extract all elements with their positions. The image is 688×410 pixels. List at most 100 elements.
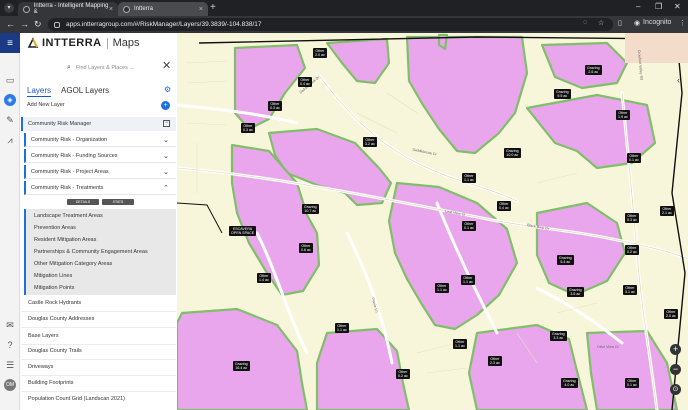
monitor-icon[interactable]: ▭ <box>4 74 16 86</box>
layer-item[interactable]: Other Mitigation Category Areas <box>34 261 112 267</box>
map-acreage-label[interactable]: ESCAVERA OPEN SPACE <box>229 226 257 236</box>
map-acreage-label[interactable]: Grazing 10.7 ac <box>302 204 319 214</box>
risk-group-treatments[interactable]: Community Risk - Treatments ⌃ <box>24 181 176 195</box>
community-risk-manager-group[interactable]: Community Risk Manager − <box>21 117 176 131</box>
reload-icon[interactable]: ↻ <box>34 19 42 30</box>
chevron-down-icon[interactable]: ⌄ <box>163 136 169 144</box>
map-acreage-label[interactable]: Other 3.2 ac <box>363 137 377 147</box>
layer-group-item[interactable]: Base Layers <box>28 333 59 339</box>
map-acreage-label[interactable]: Other 0.3 ac <box>625 213 639 223</box>
map-acreage-label[interactable]: Other 2.0 ac <box>664 309 678 319</box>
close-window-icon[interactable]: ✕ <box>674 2 681 11</box>
stats-button[interactable]: STATS <box>102 199 134 205</box>
risk-group-funding[interactable]: Community Risk - Funding Sources ⌄ <box>24 149 176 163</box>
layer-group-item[interactable]: Castle Rock Hydrants <box>28 300 81 306</box>
search-input[interactable]: Find Layers & Places ... <box>76 65 134 71</box>
map-acreage-label[interactable]: Grazing 3.3 ac <box>550 331 567 341</box>
chevron-down-icon[interactable]: ⌄ <box>163 152 169 160</box>
search-field[interactable]: ⌕ Find Layers & Places ... <box>67 62 157 74</box>
map-acreage-label[interactable]: Other 0.1 ac <box>462 221 476 231</box>
map-acreage-label[interactable]: Grazing 3.5 ac <box>567 287 584 297</box>
close-panel-icon[interactable]: ✕ <box>162 59 171 72</box>
layer-item[interactable]: Landscape Treatment Areas <box>34 213 103 219</box>
map-acreage-label[interactable]: Other 2.1 ac <box>660 206 674 216</box>
layer-item[interactable]: Mitigation Points <box>34 285 74 291</box>
map-acreage-label[interactable]: Other 0.4 ac <box>298 77 312 87</box>
bookmark-star-icon[interactable]: ☆ <box>598 19 604 27</box>
maximize-icon[interactable]: ❐ <box>655 2 662 11</box>
map-acreage-label[interactable]: Other 0.1 ac <box>627 153 641 163</box>
layer-item[interactable]: Mitigation Lines <box>34 273 72 279</box>
chevron-down-icon[interactable]: ⌄ <box>163 168 169 176</box>
avatar[interactable]: OM <box>4 379 16 391</box>
new-tab-icon[interactable]: + <box>210 2 216 13</box>
add-layer-icon[interactable]: + <box>161 101 170 110</box>
address-bar[interactable]: apps.intterragroup.com/#/RiskManager/Lay… <box>48 18 613 31</box>
layers-icon[interactable]: ◈ <box>4 94 16 106</box>
add-new-layer-label[interactable]: Add New Layer <box>27 102 65 108</box>
map-acreage-label[interactable]: Other 0.2 ac <box>625 245 639 255</box>
map-acreage-label[interactable]: Other 3.1 ac <box>623 285 637 295</box>
layer-group-item[interactable]: Douglas County Trails <box>28 348 82 354</box>
risk-group-organization[interactable]: Community Risk - Organization ⌄ <box>24 133 176 147</box>
forward-icon[interactable]: → <box>20 19 29 29</box>
pencil-icon[interactable]: ✎ <box>4 114 16 126</box>
map-canvas[interactable]: Saddlebrook Dr Saddlebrook Dr Leaf View … <box>177 33 688 410</box>
minimize-icon[interactable]: – <box>636 2 640 11</box>
eye-off-icon[interactable]: ◌ <box>583 19 587 26</box>
map-acreage-label[interactable]: Other 1.9 ac <box>616 110 630 120</box>
map-acreage-label[interactable]: Other 2.0 ac <box>313 48 327 58</box>
layer-settings-icon[interactable]: ⚙ <box>164 85 171 94</box>
help-icon[interactable]: ? <box>4 339 16 351</box>
layer-group-item[interactable]: Population Count Grid (Landscan 2021) <box>28 396 125 402</box>
details-button[interactable]: DETAILS <box>67 199 99 205</box>
layer-group-item[interactable]: Douglas County Addresses <box>28 316 94 322</box>
layer-group-item[interactable]: Driveways <box>28 364 53 370</box>
map-acreage-label[interactable]: Other 0.1 ac <box>625 378 639 388</box>
map-acreage-label[interactable]: Other 1.1 ac <box>453 339 467 349</box>
hamburger-menu-icon[interactable]: ≡ <box>0 33 20 53</box>
map-acreage-label[interactable]: Other 0.6 ac <box>299 243 313 253</box>
tab-search-icon[interactable]: ▾ <box>4 3 14 13</box>
side-panel-icon[interactable]: ▯ <box>618 19 622 27</box>
map-acreage-label[interactable]: Other 0.3 ac <box>268 101 282 111</box>
layer-item[interactable]: Resident Mitigation Areas <box>34 237 96 243</box>
map-acreage-label[interactable]: Other 1.4 ac <box>257 273 271 283</box>
browser-menu-icon[interactable]: ⋮ <box>679 19 686 27</box>
risk-group-project-areas[interactable]: Community Risk - Project Areas ⌄ <box>24 165 176 179</box>
map-acreage-label[interactable]: Grazing 5.4 ac <box>557 255 574 265</box>
tab-layers[interactable]: Layers <box>27 86 52 97</box>
browser-tab-intterra-mapping[interactable]: Intterra - Intelligent Mapping & × <box>18 2 118 16</box>
map-acreage-label[interactable]: Other 1.1 ac <box>461 275 475 285</box>
map-acreage-label[interactable]: Grazing 9.5 ac <box>554 89 571 99</box>
map-acreage-label[interactable]: Grazing 16.4 ac <box>233 361 250 371</box>
site-info-icon[interactable] <box>54 21 60 28</box>
chevron-left-icon[interactable]: ‹ <box>677 75 680 85</box>
layer-group-item[interactable]: Building Footprints <box>28 380 74 386</box>
zoom-in-icon[interactable]: + <box>670 344 681 355</box>
map-acreage-label[interactable]: Other 1.1 ac <box>435 283 449 293</box>
close-tab-icon[interactable]: × <box>109 6 113 13</box>
map-acreage-label[interactable]: Other 0.2 ac <box>396 369 410 379</box>
collapse-minus-icon[interactable]: − <box>163 120 170 127</box>
close-tab-icon[interactable]: × <box>199 6 203 13</box>
tab-agol-layers[interactable]: AGOL Layers <box>61 86 109 97</box>
zoom-out-icon[interactable]: − <box>670 364 681 375</box>
chart-icon[interactable]: ⩘ <box>4 134 16 146</box>
layer-item[interactable]: Prevention Areas <box>34 225 76 231</box>
list-icon[interactable]: ☰ <box>4 359 16 371</box>
compass-icon[interactable]: ⊙ <box>670 384 681 395</box>
map-acreage-label[interactable]: Grazing 2.6 ac <box>585 65 602 75</box>
layer-item[interactable]: Partnerships & Community Engagement Area… <box>34 249 148 255</box>
map-acreage-label[interactable]: Other 0.3 ac <box>241 123 255 133</box>
browser-tab-intterra[interactable]: Intterra × <box>118 2 208 16</box>
map-acreage-label[interactable]: Other 1.1 ac <box>335 323 349 333</box>
chevron-up-icon[interactable]: ⌃ <box>163 184 169 192</box>
map-acreage-label[interactable]: Grazing 10.0 ac <box>504 148 521 158</box>
map-acreage-label[interactable]: Other 0.4 ac <box>497 201 511 211</box>
back-icon[interactable]: ← <box>6 19 15 29</box>
mail-icon[interactable]: ✉ <box>4 319 16 331</box>
map-acreage-label[interactable]: Grazing 4.0 ac <box>561 378 578 388</box>
map-acreage-label[interactable]: Other 2.3 ac <box>488 356 502 366</box>
map-acreage-label[interactable]: Other 1.1 ac <box>462 173 476 183</box>
